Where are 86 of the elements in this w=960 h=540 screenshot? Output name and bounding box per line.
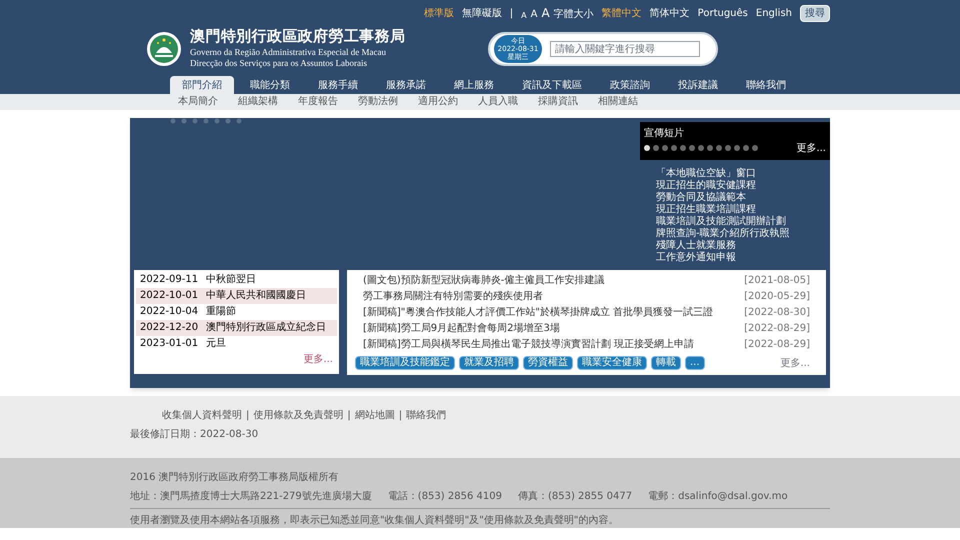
nav-tab[interactable]: 資訊及下載區 (510, 76, 594, 94)
subnav-link[interactable]: 年度報告 (298, 94, 338, 110)
holiday-name: 中華人民共和國國慶日 (206, 288, 306, 304)
email: 電郵：dsalinfo@dsal.gov.mo (648, 490, 788, 504)
holiday-name: 澳門特別行政區成立紀念日 (206, 320, 326, 336)
subnav-link[interactable]: 人員入職 (478, 94, 518, 110)
news-date: [2021-08-05] (744, 274, 810, 288)
nav-tab[interactable]: 職能分類 (238, 76, 302, 94)
site-subtitle: Direcção dos Serviços para os Assuntos Laborais (190, 58, 368, 70)
holiday-name: 重陽節 (206, 304, 236, 320)
news-link[interactable]: [新聞稿]勞工局與橫琴民生局推出電子競技導演實習計劃 現正接受網上申請 (363, 337, 694, 352)
news-link[interactable]: 勞工事務局關注有特別需要的殘疾使用者 (363, 289, 543, 304)
footer-link[interactable]: 收集個人資料聲明 (162, 408, 242, 423)
more-link[interactable]: 更多... (303, 352, 337, 367)
category-tag[interactable]: ... (685, 356, 705, 370)
more-link[interactable]: 更多... (780, 356, 818, 371)
separator: | (347, 408, 351, 423)
video-panel-title: 宣傳短片 (644, 126, 685, 141)
subnav-link[interactable]: 相關連結 (598, 94, 638, 110)
category-tag[interactable]: 勞資權益 (523, 356, 573, 370)
nav-tab[interactable]: 政策諮詢 (598, 76, 662, 94)
more-link[interactable]: 更多... (796, 140, 826, 156)
holiday-date: 2022-09-11 (140, 273, 198, 288)
holiday-name: 中秋節翌日 (206, 272, 256, 288)
news-date: [2022-08-29] (744, 322, 810, 336)
search-button[interactable]: 搜尋 (800, 4, 830, 22)
language-link[interactable]: Português (698, 6, 748, 20)
version-link[interactable]: 無障礙版 (462, 6, 502, 20)
subnav-link[interactable]: 組織架構 (238, 94, 278, 110)
footer-link[interactable]: 使用條款及免責聲明 (253, 408, 344, 423)
category-tag[interactable]: 轉載 (651, 356, 681, 370)
news-date: [2020-05-29] (744, 290, 810, 304)
news-link[interactable]: (圖文包)預防新型冠狀病毒肺炎-僱主僱員工作安排建議 (363, 273, 604, 288)
search-field[interactable]: 請輸入關鍵字進行搜尋 (550, 41, 700, 57)
holiday-date: 2023-01-01 (140, 337, 198, 352)
language-link[interactable]: 简体中文 (650, 6, 690, 20)
nav-tab[interactable]: 網上服務 (442, 76, 506, 94)
footer-link[interactable]: 網站地圖 (354, 408, 395, 423)
quick-link[interactable]: 職業培訓及技能測試開辦計劃 (656, 216, 830, 228)
subnav-link[interactable]: 適用公約 (418, 94, 458, 110)
quick-link[interactable]: 牌照查詢-職業介紹所行政執照 (656, 228, 830, 240)
news-date: [2022-08-29] (744, 338, 810, 352)
address: 地址：澳門馬揸度博士大馬路221-279號先進廣場大廈 (130, 490, 372, 504)
holiday-date: 2022-12-20 (140, 321, 198, 336)
quick-link[interactable]: 現正招生的職安健課程 (656, 180, 830, 192)
quick-link[interactable]: 現正招生職業培訓課程 (656, 204, 830, 216)
holiday-name: 元旦 (206, 337, 226, 352)
subnav-link[interactable]: 勞動法例 (358, 94, 398, 110)
nav-tab[interactable]: 部門介紹 (170, 76, 234, 94)
phone: 電話：(853) 2856 4109 (388, 490, 502, 504)
subnav-link[interactable]: 採購資訊 (538, 94, 578, 110)
holiday-date: 2022-10-04 (140, 305, 198, 320)
font-size-link[interactable]: A (521, 10, 527, 22)
quick-link[interactable]: 「本地職位空缺」窗口 (656, 168, 830, 180)
font-size-link[interactable]: A (541, 4, 550, 22)
separator: | (246, 408, 250, 423)
nav-tab[interactable]: 投訴建議 (666, 76, 730, 94)
fax: 傳真：(853) 2855 0477 (518, 490, 632, 504)
quick-link[interactable]: 勞動合同及協議範本 (656, 192, 830, 204)
quick-link[interactable]: 殘障人士就業服務 (656, 240, 830, 252)
category-tag[interactable]: 就業及招聘 (459, 356, 519, 370)
nav-tab[interactable]: 服務手續 (306, 76, 370, 94)
copyright: 2016 澳門特別行政區政府勞工事務局版權所有 (130, 470, 340, 486)
last-updated: 最後修訂日期：2022-08-30 (130, 428, 260, 442)
news-link[interactable]: [新聞稿]"粵澳合作技能人才評價工作站"於橫琴掛牌成立 首批學員獲發一試三證 (363, 305, 714, 320)
subnav-link[interactable]: 本局簡介 (178, 94, 218, 110)
font-size-link[interactable]: A (530, 7, 538, 22)
category-tag[interactable]: 職業安全健康 (577, 356, 647, 370)
nav-tab[interactable]: 服務承諾 (374, 76, 438, 94)
category-tag[interactable]: 職業培訓及技能鑑定 (355, 356, 455, 370)
emblem-icon (146, 31, 182, 67)
news-link[interactable]: [新聞稿]勞工局9月起配對會每周2場增至3場 (363, 321, 560, 336)
quick-link[interactable]: 工作意外通知申報 (656, 252, 830, 264)
usage-notice: 使用者瀏覽及使用本網站各項服務，即表示已知悉並同意"收集個人資料聲明"及"使用條款及免責聲明"的內容。 (130, 514, 620, 528)
language-link[interactable]: 繁體中文 (602, 6, 642, 20)
site-title: 澳門特別行政區政府勞工事務局 (190, 28, 406, 48)
language-link[interactable]: English (756, 6, 792, 20)
holiday-date: 2022-10-01 (140, 289, 198, 304)
version-link[interactable]: 標準版 (424, 6, 454, 20)
nav-tab[interactable]: 聯絡我們 (734, 76, 798, 94)
font-size-label: 字體大小 (554, 8, 594, 22)
footer-link[interactable]: 聯絡我們 (406, 408, 446, 423)
site-subtitle: Governo da Região Administrativa Especial de Macau (190, 47, 387, 58)
separator: | (510, 6, 514, 20)
separator: | (398, 408, 402, 423)
news-date: [2022-08-30] (744, 306, 810, 320)
